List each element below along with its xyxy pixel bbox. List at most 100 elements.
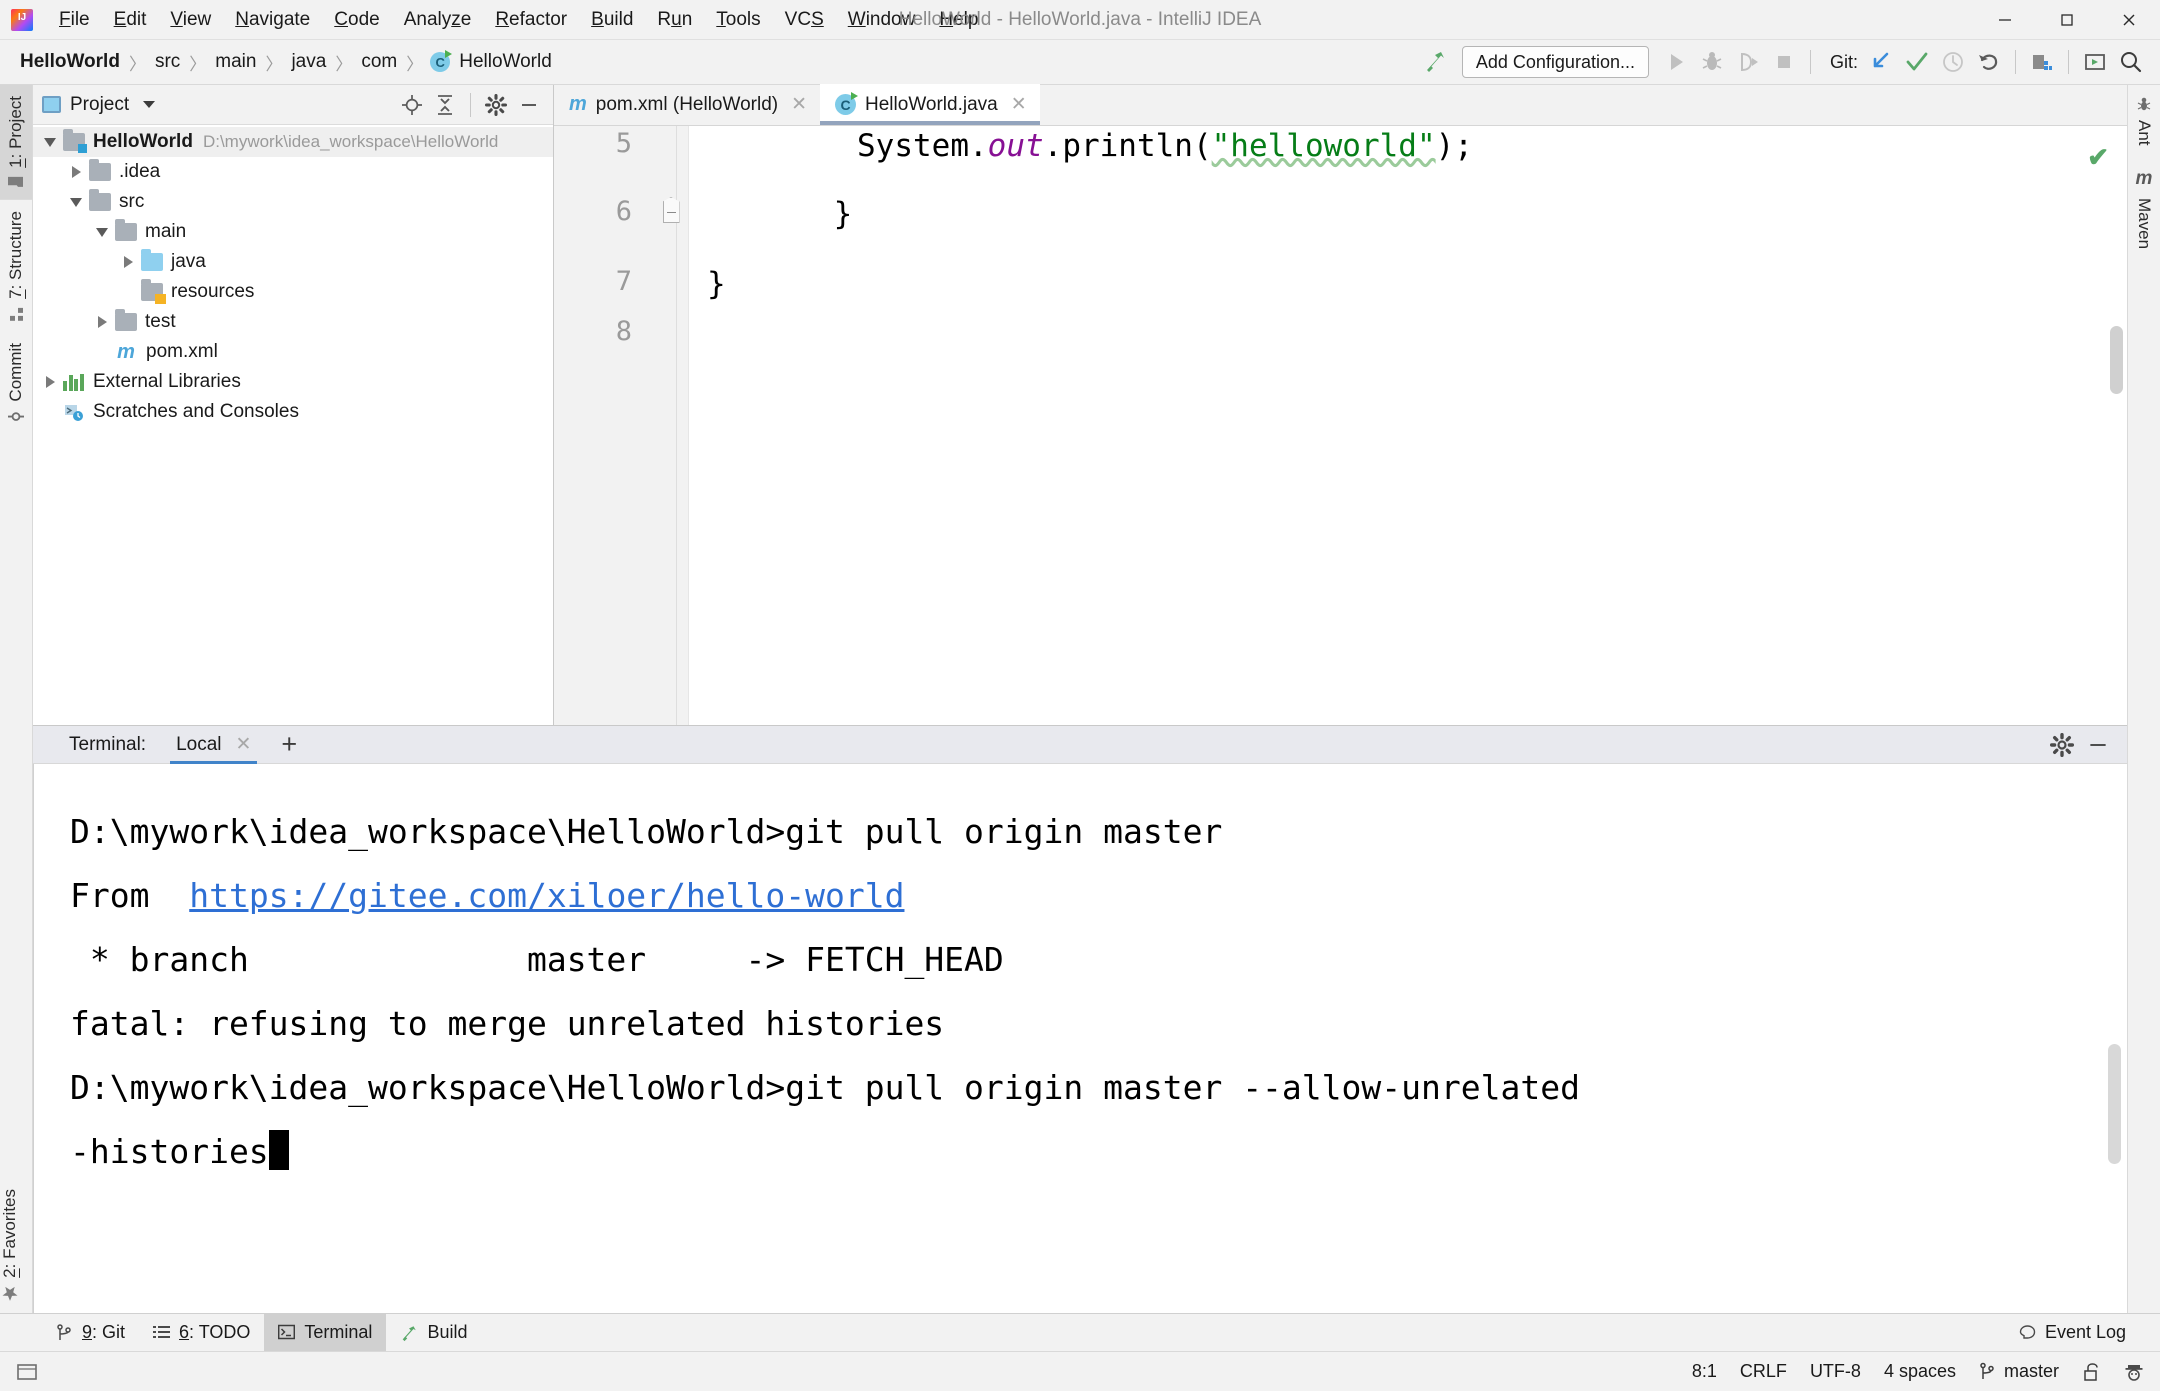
tool-button-event-log[interactable]: Event Log xyxy=(2005,1314,2140,1352)
menu-analyze[interactable]: Analyze xyxy=(392,0,484,40)
tool-button-git[interactable]: 9: Git xyxy=(42,1314,139,1352)
build-hammer-icon[interactable] xyxy=(1418,45,1452,79)
menu-view[interactable]: View xyxy=(158,0,223,40)
expand-toggle-icon[interactable] xyxy=(37,376,63,388)
close-icon[interactable]: ✕ xyxy=(791,93,807,116)
hector-icon[interactable] xyxy=(2124,1362,2144,1382)
hide-icon[interactable] xyxy=(514,90,544,120)
git-update-icon[interactable] xyxy=(1864,45,1898,79)
tree-node-label: main xyxy=(145,221,187,242)
line-separator[interactable]: CRLF xyxy=(1740,1361,1787,1382)
menu-window[interactable]: Window xyxy=(836,0,928,40)
debug-icon[interactable] xyxy=(1695,45,1729,79)
code-fold-toggle-icon[interactable] xyxy=(660,196,682,224)
expand-toggle-icon[interactable] xyxy=(115,256,141,268)
tab-helloworld-java[interactable]: C HelloWorld.java ✕ xyxy=(820,84,1040,125)
memory-indicator[interactable] xyxy=(16,1361,38,1383)
editor-scrollbar-thumb[interactable] xyxy=(2110,326,2123,394)
git-rollback-icon[interactable] xyxy=(1972,45,2006,79)
tool-button-terminal[interactable]: Terminal xyxy=(264,1313,387,1352)
close-button[interactable] xyxy=(2098,0,2160,40)
menu-help[interactable]: Help xyxy=(927,0,990,40)
tree-node-resources[interactable]: resources xyxy=(33,277,553,307)
git-history-icon[interactable] xyxy=(1936,45,1970,79)
breadcrumb-item-java[interactable]: java xyxy=(289,51,328,73)
tree-node-src[interactable]: src xyxy=(33,187,553,217)
git-commit-icon[interactable] xyxy=(1900,45,1934,79)
unlocked-icon[interactable] xyxy=(2082,1362,2101,1382)
run-icon[interactable] xyxy=(1659,45,1693,79)
tree-node-java[interactable]: java xyxy=(33,247,553,277)
tree-node-external-libraries[interactable]: External Libraries xyxy=(33,367,553,397)
menu-navigate[interactable]: Navigate xyxy=(223,0,322,40)
stop-icon[interactable] xyxy=(1767,45,1801,79)
tool-button-build[interactable]: Build xyxy=(386,1314,481,1352)
tree-node-helloworld[interactable]: HelloWorld D:\mywork\idea_workspace\Hell… xyxy=(33,127,553,157)
git-branch-widget[interactable]: master xyxy=(1979,1361,2059,1382)
sidebar-item-favorites[interactable]: 2: Favorites xyxy=(0,1178,20,1313)
collapse-all-icon[interactable] xyxy=(430,90,460,120)
breadcrumb-item-class[interactable]: HelloWorld xyxy=(457,51,554,73)
project-pane-title[interactable]: Project xyxy=(42,94,156,116)
maximize-button[interactable] xyxy=(2036,0,2098,40)
tree-node-test[interactable]: test xyxy=(33,307,553,337)
editor-gutter[interactable]: 5 6 7 8 xyxy=(554,126,689,725)
indent-setting[interactable]: 4 spaces xyxy=(1884,1361,1956,1382)
project-structure-icon[interactable] xyxy=(2025,45,2059,79)
menu-edit[interactable]: Edit xyxy=(102,0,159,40)
file-encoding[interactable]: UTF-8 xyxy=(1810,1361,1861,1382)
select-in-icon[interactable] xyxy=(2078,45,2112,79)
run-coverage-icon[interactable] xyxy=(1731,45,1765,79)
tool-button-build-label: Build xyxy=(427,1322,468,1342)
tab-pom-xml[interactable]: m pom.xml (HelloWorld) ✕ xyxy=(554,84,820,125)
tree-node-main[interactable]: main xyxy=(33,217,553,247)
menu-tools[interactable]: Tools xyxy=(704,0,772,40)
code-text-area[interactable]: System. out .println("helloworld"); } } xyxy=(689,126,2127,725)
settings-gear-icon[interactable] xyxy=(2047,730,2077,760)
search-everywhere-icon[interactable] xyxy=(2114,45,2148,79)
tree-node-label: pom.xml xyxy=(146,341,218,362)
menu-build[interactable]: Build xyxy=(579,0,645,40)
breadcrumb-item-main[interactable]: main xyxy=(213,51,258,73)
menu-analyze-pre: Analy xyxy=(403,8,452,30)
menu-refactor[interactable]: Refactor xyxy=(483,0,579,40)
settings-gear-icon[interactable] xyxy=(481,90,511,120)
tree-node-pomxml[interactable]: m pom.xml xyxy=(33,337,553,367)
tool-button-todo[interactable]: 6: TODO xyxy=(139,1314,264,1352)
terminal-output[interactable]: D:\mywork\idea_workspace\HelloWorld>git … xyxy=(33,764,2127,1313)
new-terminal-tab-button[interactable]: + xyxy=(281,731,297,758)
menu-code[interactable]: Code xyxy=(322,0,391,40)
code-editor[interactable]: 5 6 7 8 System. out .println("helloworld")… xyxy=(554,126,2127,725)
expand-toggle-icon[interactable] xyxy=(63,166,89,178)
sidebar-item-maven[interactable]: m Maven xyxy=(2128,157,2160,260)
menu-run[interactable]: Run xyxy=(645,0,704,40)
locate-icon[interactable] xyxy=(397,90,427,120)
minimize-button[interactable] xyxy=(1974,0,2036,40)
sidebar-item-commit[interactable]: Commit xyxy=(0,332,32,435)
repository-url-link[interactable]: https://gitee.com/xiloer/hello-world xyxy=(189,876,904,915)
breadcrumb-item-com[interactable]: com xyxy=(359,51,399,73)
hide-icon[interactable] xyxy=(2083,730,2113,760)
breadcrumb-item-project[interactable]: HelloWorld xyxy=(18,51,122,73)
expand-toggle-icon[interactable] xyxy=(89,227,115,237)
close-icon[interactable]: ✕ xyxy=(1011,93,1027,116)
menu-vcs[interactable]: VCS xyxy=(773,0,836,40)
tree-node-scratches[interactable]: Scratches and Consoles xyxy=(33,397,553,427)
expand-toggle-icon[interactable] xyxy=(89,316,115,328)
breadcrumb-item-src[interactable]: src xyxy=(153,51,182,73)
sidebar-item-ant[interactable]: Ant xyxy=(2128,85,2160,157)
caret-position[interactable]: 8:1 xyxy=(1692,1361,1717,1382)
tree-node-idea[interactable]: .idea xyxy=(33,157,553,187)
sidebar-item-project[interactable]: 1: Project xyxy=(0,85,32,200)
menu-file-mnemonic: F xyxy=(59,8,71,30)
close-icon[interactable]: ✕ xyxy=(236,733,252,756)
sidebar-item-structure[interactable]: 7: Structure xyxy=(0,200,32,332)
inspection-status-icon[interactable]: ✔ xyxy=(2087,142,2109,173)
add-configuration-button[interactable]: Add Configuration... xyxy=(1461,46,1649,78)
terminal-tab-local[interactable]: Local ✕ xyxy=(170,725,258,764)
project-pane-header: Project xyxy=(33,85,553,125)
expand-toggle-icon[interactable] xyxy=(37,137,63,147)
menu-file[interactable]: File xyxy=(47,0,102,40)
terminal-scrollbar-thumb[interactable] xyxy=(2108,1044,2121,1164)
expand-toggle-icon[interactable] xyxy=(63,197,89,207)
